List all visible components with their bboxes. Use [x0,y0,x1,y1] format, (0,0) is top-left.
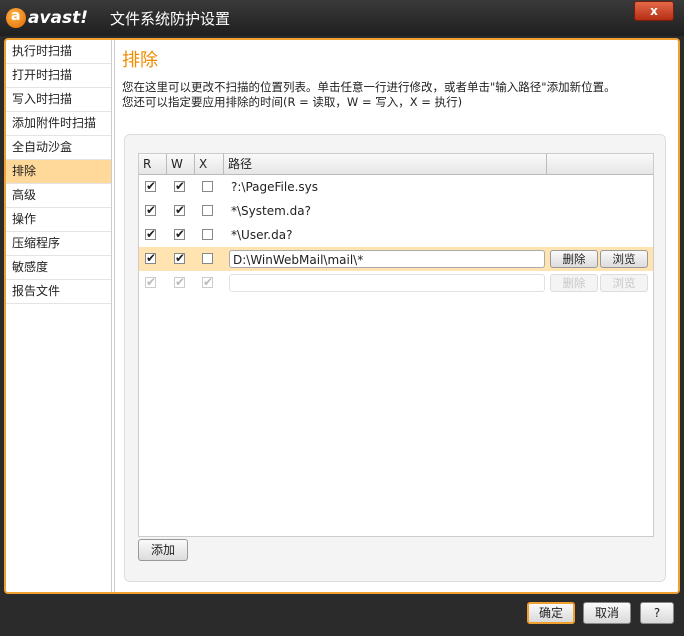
help-button[interactable]: ? [640,602,674,624]
sidebar-item-scan-on-open[interactable]: 打开时扫描 [6,64,111,88]
path-text: ?:\PageFile.sys [231,180,319,194]
avast-logo: avast! [6,7,88,29]
delete-button-disabled: 删除 [550,274,598,292]
read-checkbox[interactable]: ✔ [145,228,156,240]
path-text: *\System.da? [231,204,311,218]
execute-checkbox[interactable] [202,205,213,216]
exclusions-table: R W X 路径 ✔ ✔ ?:\PageFile.sys ✔ ✔ *\Syste [138,153,654,537]
read-checkbox[interactable]: ✔ [145,204,156,216]
sidebar-item-actions[interactable]: 操作 [6,208,111,232]
ok-button[interactable]: 确定 [527,602,575,624]
sidebar-item-scan-on-execute[interactable]: 执行时扫描 [6,40,111,64]
sidebar-item-exclusions[interactable]: 排除 [6,160,111,184]
column-header-w[interactable]: W [167,154,195,174]
write-checkbox[interactable]: ✔ [174,204,185,216]
write-checkbox[interactable]: ✔ [174,276,185,288]
sidebar: 执行时扫描 打开时扫描 写入时扫描 添加附件时扫描 全自动沙盒 排除 高级 操作… [6,40,115,592]
table-row[interactable]: ✔ ✔ *\System.da? [139,199,653,223]
execute-checkbox[interactable] [202,253,213,264]
sidebar-item-scan-on-attach[interactable]: 添加附件时扫描 [6,112,111,136]
title-bar: avast! 文件系统防护设置 x [0,0,684,36]
column-header-r[interactable]: R [139,154,167,174]
close-button[interactable]: x [634,1,674,21]
sidebar-item-scan-on-write[interactable]: 写入时扫描 [6,88,111,112]
table-row[interactable]: ✔ ✔ *\User.da? [139,223,653,247]
column-header-actions [547,154,653,174]
description-line-1: 您在这里可以更改不扫描的位置列表。单击任意一行进行修改，或者单击"输入路径"添加… [122,80,616,94]
read-checkbox[interactable]: ✔ [145,252,156,264]
exclusions-panel: R W X 路径 ✔ ✔ ?:\PageFile.sys ✔ ✔ *\Syste [124,134,666,582]
execute-checkbox[interactable] [202,181,213,192]
main-content: 排除 您在这里可以更改不扫描的位置列表。单击任意一行进行修改，或者单击"输入路径… [122,40,672,592]
column-header-x[interactable]: X [195,154,224,174]
read-checkbox[interactable]: ✔ [145,180,156,192]
cancel-button[interactable]: 取消 [583,602,631,624]
browse-button[interactable]: 浏览 [600,250,648,268]
description-line-2: 您还可以指定要应用排除的时间(R = 读取，W = 写入，X = 执行) [122,95,463,109]
read-checkbox[interactable]: ✔ [145,276,156,288]
logo-text: avast! [28,8,89,28]
delete-button[interactable]: 删除 [550,250,598,268]
write-checkbox[interactable]: ✔ [174,180,185,192]
write-checkbox[interactable]: ✔ [174,228,185,240]
path-text: *\User.da? [231,228,293,242]
window-title: 文件系统防护设置 [110,10,231,28]
execute-checkbox[interactable]: ✔ [202,276,213,288]
description: 您在这里可以更改不扫描的位置列表。单击任意一行进行修改，或者单击"输入路径"添加… [122,80,662,110]
execute-checkbox[interactable] [202,229,213,240]
table-header: R W X 路径 [139,154,653,175]
sidebar-item-sensitivity[interactable]: 敏感度 [6,256,111,280]
table-row-selected[interactable]: ✔ ✔ D:\WinWebMail\mail\* 删除 浏览 [139,247,653,271]
sidebar-item-report-file[interactable]: 报告文件 [6,280,111,304]
avast-ball-icon [6,8,26,28]
sidebar-item-packers[interactable]: 压缩程序 [6,232,111,256]
path-input[interactable]: D:\WinWebMail\mail\* [229,250,545,268]
settings-frame: 执行时扫描 打开时扫描 写入时扫描 添加附件时扫描 全自动沙盒 排除 高级 操作… [4,38,680,594]
browse-button-disabled: 浏览 [600,274,648,292]
column-header-path[interactable]: 路径 [224,154,547,174]
sidebar-item-advanced[interactable]: 高级 [6,184,111,208]
table-row-new[interactable]: ✔ ✔ ✔ 删除 浏览 [139,271,653,295]
table-row[interactable]: ✔ ✔ ?:\PageFile.sys [139,175,653,199]
write-checkbox[interactable]: ✔ [174,252,185,264]
new-path-input[interactable] [229,274,545,292]
add-button[interactable]: 添加 [138,539,188,561]
page-title: 排除 [122,50,158,71]
sidebar-item-autosandbox[interactable]: 全自动沙盒 [6,136,111,160]
